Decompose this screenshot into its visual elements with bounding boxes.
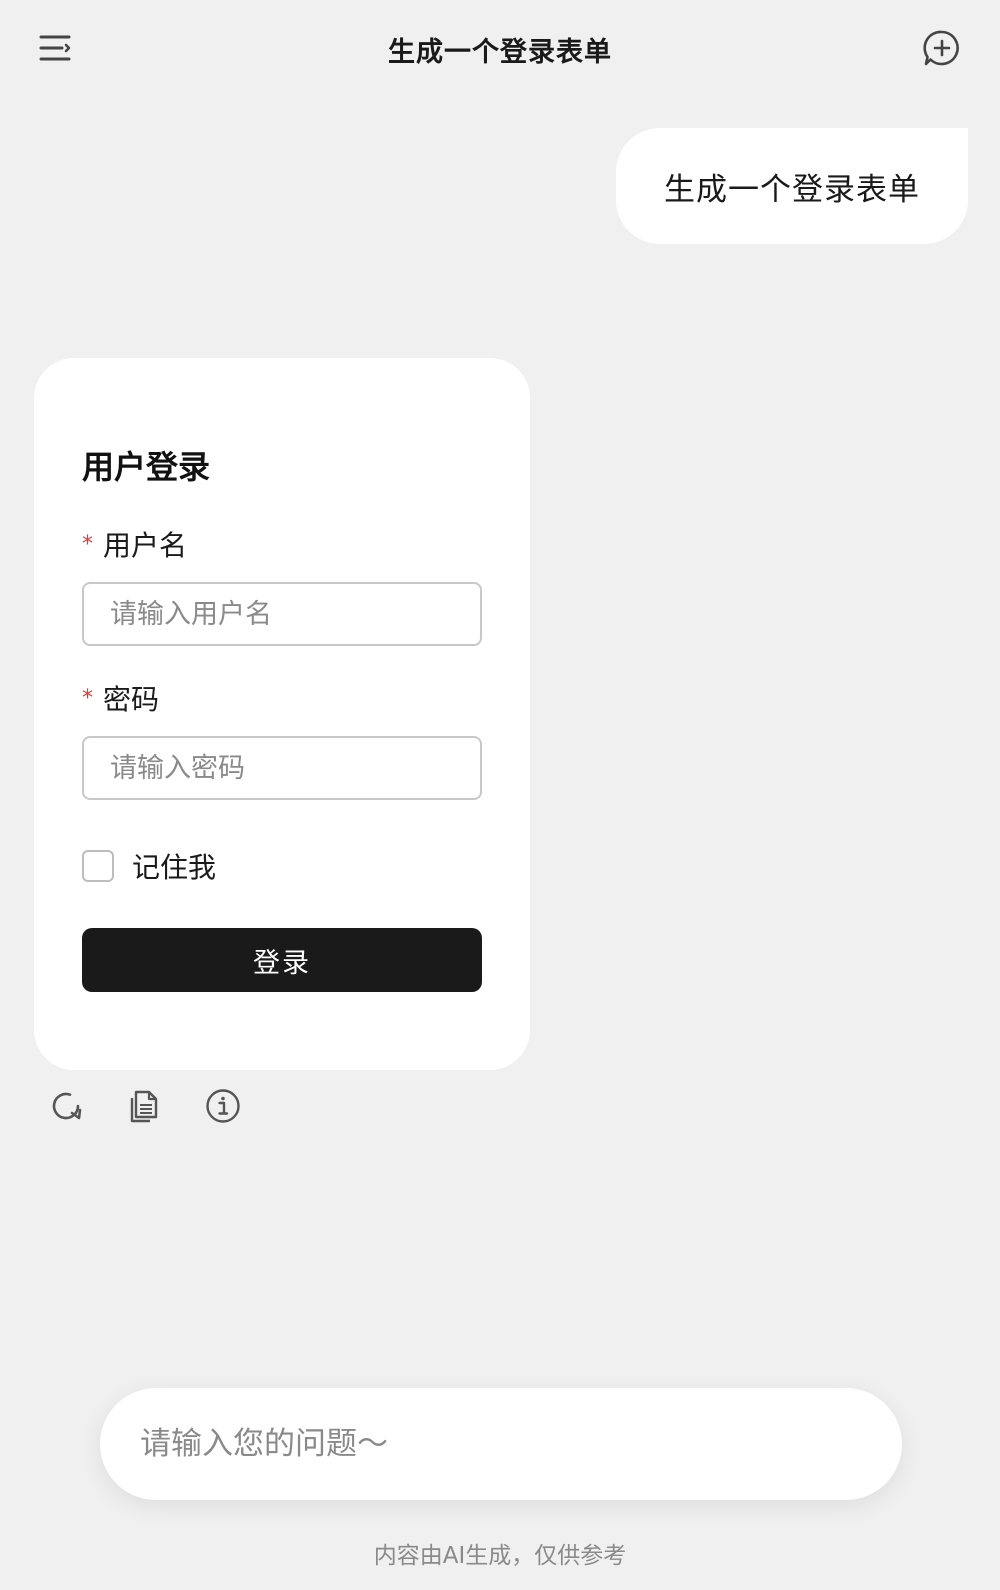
header: 生成一个登录表单 <box>0 0 1000 96</box>
username-label-text: 用户名 <box>103 529 188 562</box>
refresh-icon <box>52 1092 82 1120</box>
chat-page: 生成一个登录表单 生成一个登录表单 用户登录 * 用户名 * 密码 记住我 登录 <box>0 0 1000 1590</box>
user-message-text: 生成一个登录表单 <box>664 171 920 208</box>
required-mark: * <box>82 686 93 711</box>
info-icon <box>206 1089 240 1123</box>
regenerate-button[interactable] <box>48 1088 84 1124</box>
new-chat-icon <box>923 30 959 66</box>
info-button[interactable] <box>205 1088 241 1124</box>
remember-me-checkbox[interactable] <box>82 850 114 882</box>
username-label: * 用户名 <box>82 524 187 564</box>
user-message-bubble: 生成一个登录表单 <box>616 128 968 244</box>
required-mark: * <box>82 532 93 557</box>
remember-me-row[interactable]: 记住我 <box>82 846 216 886</box>
username-input[interactable] <box>82 582 482 646</box>
login-form-card: 用户登录 * 用户名 * 密码 记住我 登录 <box>34 358 530 1070</box>
password-input[interactable] <box>82 736 482 800</box>
form-title: 用户登录 <box>82 448 211 486</box>
remember-me-label: 记住我 <box>132 851 217 884</box>
login-button[interactable]: 登录 <box>82 928 482 992</box>
copy-icon <box>130 1090 158 1123</box>
ai-disclaimer: 内容由AI生成，仅供参考 <box>373 1543 627 1569</box>
copy-button[interactable] <box>126 1088 162 1124</box>
chat-composer <box>100 1388 902 1500</box>
password-label-text: 密码 <box>103 683 160 716</box>
chat-input[interactable] <box>140 1426 862 1462</box>
new-chat-button[interactable] <box>922 28 962 68</box>
password-label: * 密码 <box>82 678 159 718</box>
page-title: 生成一个登录表单 <box>388 37 612 68</box>
